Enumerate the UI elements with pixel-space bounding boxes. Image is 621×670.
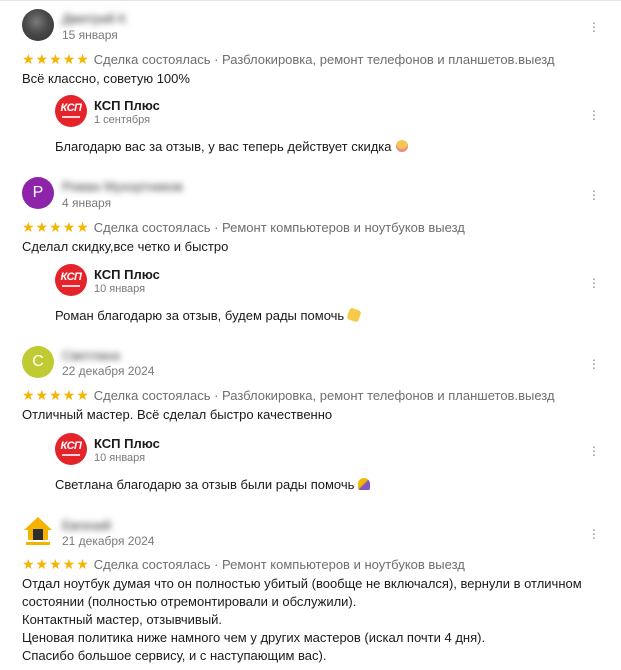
company-logo[interactable]: КСП: [55, 433, 87, 465]
author-avatar[interactable]: [22, 515, 54, 547]
top-divider: [0, 0, 621, 1]
review-text: Всё классно, советую 100%: [22, 71, 190, 86]
reply-author[interactable]: КСП Плюс: [94, 436, 160, 451]
review-text: Отличный мастер. Всё сделал быстро качес…: [22, 407, 333, 422]
reply-date: 10 января: [94, 452, 146, 464]
reply-more-options-icon[interactable]: · · ·: [590, 439, 598, 461]
rating-stars: ★★★★★: [22, 51, 90, 67]
author-name[interactable]: Дмитрий К: [62, 11, 126, 26]
review-date: 22 декабря 2024: [62, 364, 155, 378]
more-options-icon[interactable]: · · ·: [590, 522, 598, 544]
company-logo[interactable]: КСП: [55, 264, 87, 296]
review-date: 21 декабря 2024: [62, 534, 155, 548]
review-meta: Сделка состоялась · Разблокировка, ремон…: [93, 52, 555, 67]
smiling-face-icon: [395, 140, 408, 152]
review-meta: Сделка состоялась · Разблокировка, ремон…: [93, 388, 555, 403]
more-options-icon[interactable]: · · ·: [590, 352, 598, 374]
author-name[interactable]: Светлана: [62, 348, 120, 363]
reply-text: Светлана благодарю за отзыв были рады по…: [55, 477, 355, 492]
author-avatar[interactable]: С: [22, 346, 54, 378]
review-meta: Сделка состоялась · Ремонт компьютеров и…: [93, 220, 465, 235]
author-name[interactable]: Евгений: [62, 518, 111, 533]
reply-date: 10 января: [94, 283, 146, 295]
handshake-icon: [346, 307, 362, 323]
more-options-icon[interactable]: · · ·: [590, 15, 598, 37]
rating-stars: ★★★★★: [22, 219, 90, 235]
rating-stars: ★★★★★: [22, 556, 90, 572]
reply-text: Роман благодарю за отзыв, будем рады пом…: [55, 308, 345, 323]
reply-author[interactable]: КСП Плюс: [94, 267, 160, 282]
reply-more-options-icon[interactable]: · · ·: [590, 103, 598, 125]
reply-text: Благодарю вас за отзыв, у вас теперь дей…: [55, 139, 392, 154]
reply-author[interactable]: КСП Плюс: [94, 98, 160, 113]
folded-hands-icon: [358, 478, 371, 490]
review-date: 15 января: [62, 28, 118, 42]
review-text: Отдал ноутбук думая что он полностью уби…: [22, 576, 582, 663]
author-avatar[interactable]: Р: [22, 177, 54, 209]
rating-stars: ★★★★★: [22, 387, 90, 403]
review-text: Сделал скидку,все четко и быстро: [22, 239, 229, 254]
author-avatar[interactable]: [22, 9, 54, 41]
reply-date: 1 сентября: [94, 114, 151, 126]
house-logo-icon: [24, 517, 52, 545]
author-name[interactable]: Роман Мухортников: [62, 179, 183, 194]
more-options-icon[interactable]: · · ·: [590, 183, 598, 205]
company-logo[interactable]: КСП: [55, 95, 87, 127]
reply-more-options-icon[interactable]: · · ·: [590, 271, 598, 293]
review-meta: Сделка состоялась · Ремонт компьютеров и…: [93, 557, 465, 572]
review-date: 4 января: [62, 196, 112, 210]
